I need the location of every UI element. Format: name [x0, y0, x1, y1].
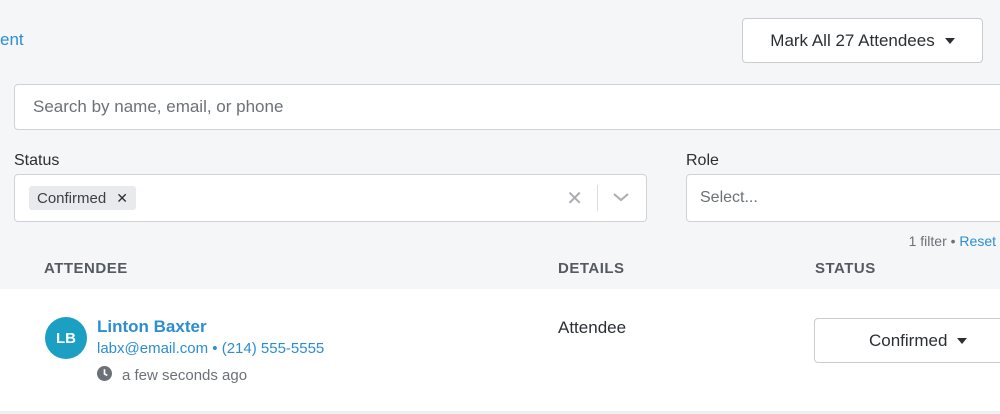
search-input[interactable]: [14, 84, 1000, 130]
back-link[interactable]: ent: [0, 30, 24, 50]
contact-separator: •: [212, 340, 218, 357]
clock-icon: [97, 366, 112, 385]
mark-all-button[interactable]: Mark All 27 Attendees: [742, 18, 983, 63]
chevron-down-icon[interactable]: [598, 189, 634, 207]
attendee-timestamp: a few seconds ago: [97, 366, 247, 385]
filter-count: 1 filter: [908, 233, 947, 249]
attendee-details: Attendee: [558, 318, 627, 337]
role-select-placeholder: Select...: [700, 189, 758, 206]
attendee-status-label: Confirmed: [869, 330, 948, 350]
clear-icon[interactable]: ✕: [552, 186, 597, 211]
caret-down-icon: [957, 337, 968, 344]
filter-summary: 1 filter • Reset: [909, 233, 996, 249]
column-header-attendee: ATTENDEE: [44, 260, 128, 277]
status-chip: Confirmed ✕: [29, 186, 136, 210]
attendee-status-dropdown[interactable]: Confirmed: [814, 318, 1000, 363]
role-filter-select[interactable]: Select...: [686, 174, 1000, 222]
caret-down-icon: [944, 37, 955, 44]
attendee-phone-link[interactable]: (214) 555-5555: [222, 340, 325, 357]
status-filter-select[interactable]: Confirmed ✕ ✕: [14, 174, 647, 222]
timestamp-text: a few seconds ago: [122, 367, 248, 384]
reset-link[interactable]: Reset: [959, 233, 996, 249]
role-filter-label: Role: [686, 152, 719, 169]
attendee-email-link[interactable]: labx@email.com: [97, 340, 208, 357]
avatar: LB: [45, 317, 87, 359]
column-header-status: STATUS: [815, 260, 876, 277]
remove-chip-icon[interactable]: ✕: [116, 190, 128, 207]
attendee-contact: labx@email.com • (214) 555-5555: [97, 340, 324, 357]
status-chip-label: Confirmed: [37, 189, 107, 207]
attendee-name-link[interactable]: Linton Baxter: [97, 317, 207, 337]
mark-all-label: Mark All 27 Attendees: [770, 30, 935, 50]
table-row: LB Linton Baxter labx@email.com • (214) …: [0, 289, 1000, 411]
filter-separator: •: [950, 233, 956, 249]
column-header-details: DETAILS: [558, 260, 625, 277]
status-filter-label: Status: [14, 152, 60, 169]
